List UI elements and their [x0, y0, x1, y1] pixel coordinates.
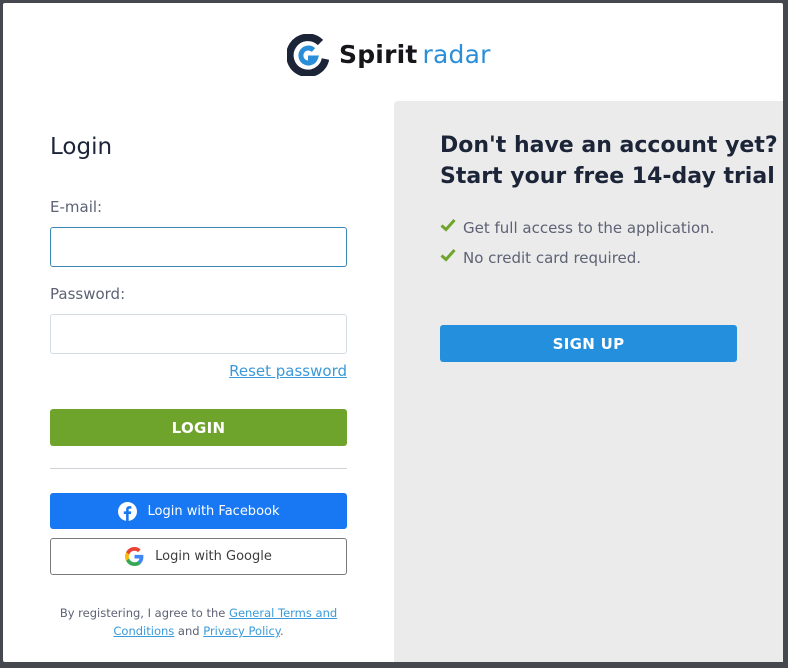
brand-logo: Spirit radar — [287, 33, 491, 77]
facebook-icon — [117, 501, 137, 521]
login-title: Login — [50, 134, 113, 160]
password-label: Password: — [50, 285, 126, 303]
google-icon — [125, 547, 144, 566]
check-icon — [440, 218, 456, 232]
terms-notice: By registering, I agree to the General T… — [50, 604, 347, 640]
check-icon — [440, 248, 456, 262]
signup-panel: Don't have an account yet? Start your fr… — [394, 101, 783, 662]
password-input[interactable] — [50, 314, 347, 354]
terms-prefix: By registering, I agree to the — [59, 606, 230, 620]
benefit-text: Get full access to the application. — [463, 219, 715, 237]
privacy-policy-link[interactable]: Privacy Policy — [203, 624, 280, 638]
brand-name-bold: Spirit — [339, 40, 418, 69]
divider — [50, 468, 347, 469]
reset-password-link[interactable]: Reset password — [229, 362, 347, 380]
spiritradar-logo-icon — [287, 34, 329, 76]
login-card: Spirit radar Login E-mail: Password: Rese… — [3, 3, 783, 662]
signup-title: Don't have an account yet? Start your fr… — [440, 130, 778, 192]
email-input[interactable] — [50, 227, 347, 267]
facebook-login-label: Login with Facebook — [147, 503, 280, 519]
facebook-login-button[interactable]: Login with Facebook — [50, 493, 347, 529]
brand-name: Spirit radar — [339, 33, 491, 77]
terms-middle: and — [174, 624, 204, 638]
benefit-text: No credit card required. — [463, 249, 642, 267]
email-label: E-mail: — [50, 198, 103, 216]
benefits-list: Get full access to the application. No c… — [440, 213, 714, 273]
benefit-item: No credit card required. — [440, 243, 714, 273]
google-login-button[interactable]: Login with Google — [50, 538, 347, 575]
terms-suffix: . — [279, 624, 284, 638]
signup-button[interactable]: SIGN UP — [440, 325, 737, 362]
signup-title-line1: Don't have an account yet? — [440, 133, 778, 158]
signup-title-line2: Start your free 14-day trial — [440, 164, 775, 189]
brand-name-light: radar — [422, 40, 491, 69]
google-login-label: Login with Google — [155, 549, 272, 564]
benefit-item: Get full access to the application. — [440, 213, 714, 243]
login-button[interactable]: LOGIN — [50, 409, 347, 446]
